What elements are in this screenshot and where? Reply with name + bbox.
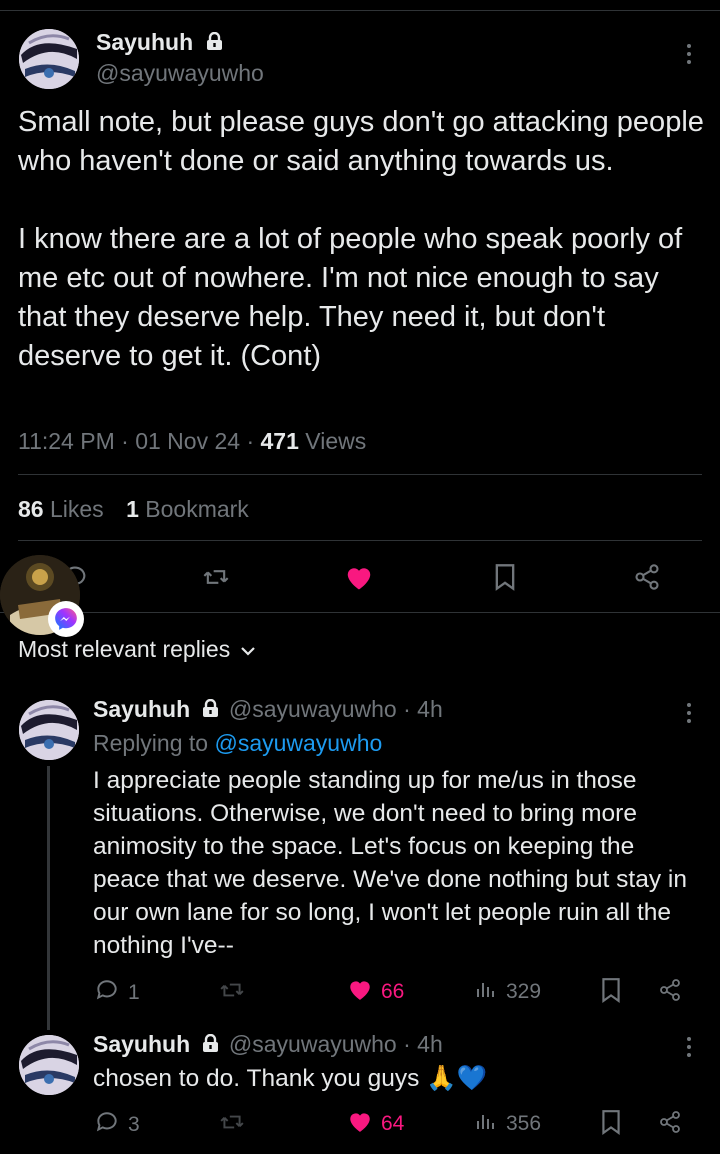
like-action[interactable]: 64 (347, 1109, 404, 1139)
chevron-down-icon (240, 636, 256, 663)
bookmarks-stat[interactable]: 1 Bookmark (126, 496, 249, 522)
like-icon[interactable] (341, 560, 377, 594)
view-count: 356 (506, 1112, 542, 1135)
post-text: Small note, but please guys don't go att… (18, 106, 704, 372)
views-label: Views (305, 428, 367, 454)
top-divider (0, 10, 720, 11)
reply-action[interactable]: 3 (94, 1109, 140, 1141)
repost-action[interactable] (218, 977, 246, 1009)
reply-avatar[interactable] (19, 1035, 79, 1095)
likes-stat[interactable]: 86 Likes (18, 496, 104, 522)
divider (0, 612, 720, 613)
sort-dropdown[interactable]: Most relevant replies (18, 636, 256, 663)
bookmark-action[interactable] (600, 977, 622, 1009)
lock-icon (206, 30, 223, 57)
likes-count: 86 (18, 496, 44, 522)
more-options-icon[interactable] (686, 703, 692, 727)
share-icon (658, 1109, 682, 1141)
likes-label: Likes (49, 496, 104, 522)
replying-to-handle[interactable]: @sayuwayuwho (214, 730, 382, 756)
repost-icon (218, 977, 246, 1009)
reply-header: Sayuhuh @sayuwayuwho · 4h (93, 1031, 443, 1059)
repost-icon[interactable] (198, 560, 234, 594)
reply-text: I appreciate people standing up for me/u… (93, 767, 687, 959)
reply-author-name[interactable]: Sayuhuh (93, 1031, 190, 1057)
analytics-icon (474, 977, 498, 1007)
divider (18, 474, 702, 475)
author-name-row: Sayuhuh (96, 29, 223, 57)
view-count: 329 (506, 980, 542, 1003)
reply-icon (94, 1109, 120, 1141)
post-date: 01 Nov 24 (135, 428, 241, 454)
bookmark-icon (600, 977, 622, 1009)
reply-action[interactable]: 1 (94, 977, 140, 1009)
reply-author-handle[interactable]: @sayuwayuwho (229, 1031, 397, 1057)
sort-label: Most relevant replies (18, 636, 231, 662)
share-action[interactable] (658, 1109, 682, 1141)
bookmarks-label: Bookmark (145, 496, 249, 522)
reply-age: · 4h (403, 696, 443, 722)
share-action[interactable] (658, 977, 682, 1009)
bookmarks-count: 1 (126, 496, 139, 522)
thread-line (47, 766, 50, 1030)
analytics-icon (474, 1109, 498, 1139)
repost-action[interactable] (218, 1109, 246, 1141)
share-icon (658, 977, 682, 1009)
like-count: 66 (381, 980, 405, 1003)
reply-count: 3 (128, 1113, 140, 1136)
views-action[interactable]: 329 (474, 977, 541, 1007)
like-icon (347, 977, 373, 1007)
like-icon (347, 1109, 373, 1139)
post-time: 11:24 PM (18, 428, 115, 454)
like-action[interactable]: 66 (347, 977, 404, 1007)
bookmark-action[interactable] (600, 1109, 622, 1141)
reply-author-name[interactable]: Sayuhuh (93, 696, 190, 722)
reply-author-handle[interactable]: @sayuwayuwho (229, 696, 397, 722)
bookmark-icon[interactable] (488, 560, 522, 594)
engagement-stats: 86 Likes 1 Bookmark (18, 496, 249, 523)
lock-icon (202, 1032, 219, 1059)
reply-header: Sayuhuh @sayuwayuwho · 4h (93, 696, 443, 724)
author-name[interactable]: Sayuhuh (96, 29, 193, 55)
bookmark-icon (600, 1109, 622, 1141)
lock-icon (202, 697, 219, 724)
replying-to-prefix: Replying to (93, 730, 209, 756)
more-options-icon[interactable] (686, 1037, 692, 1061)
post-meta: 11:24 PM · 01 Nov 24 · 471 Views (18, 428, 367, 454)
reply-avatar[interactable] (19, 700, 79, 760)
like-count: 64 (381, 1112, 405, 1135)
reply-icon (94, 977, 120, 1009)
messenger-icon[interactable] (48, 601, 84, 637)
reply-count: 1 (128, 981, 140, 1004)
views-action[interactable]: 356 (474, 1109, 541, 1139)
share-icon[interactable] (630, 560, 664, 594)
reply-age: · 4h (403, 1031, 443, 1057)
author-handle[interactable]: @sayuwayuwho (96, 60, 264, 87)
reply-text: chosen to do. Thank you guys 🙏💙 (93, 1065, 488, 1092)
repost-icon (218, 1109, 246, 1141)
more-options-icon[interactable] (686, 44, 692, 68)
author-avatar[interactable] (19, 29, 79, 89)
divider (18, 540, 702, 541)
replying-to: Replying to @sayuwayuwho (93, 730, 382, 757)
views-count: 471 (260, 428, 299, 454)
